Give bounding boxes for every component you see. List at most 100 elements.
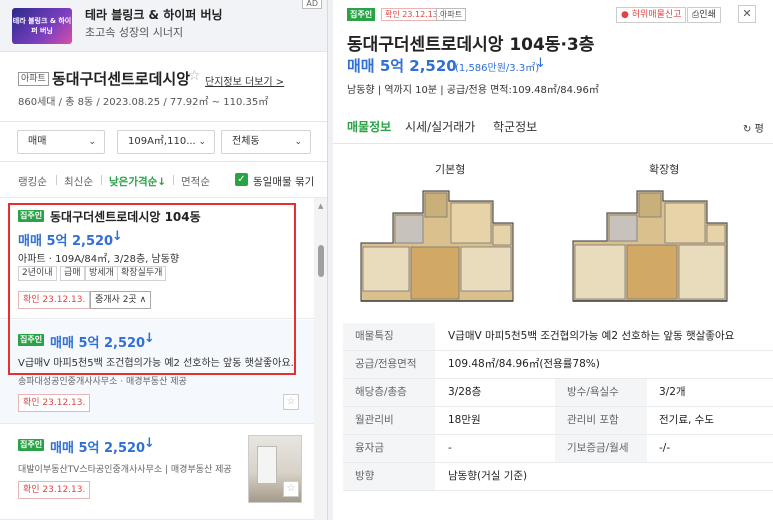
building-value: 전체동 (232, 136, 260, 147)
floor-plan-section: 기본형 확장형 (333, 145, 773, 320)
info-value: - (448, 442, 452, 454)
detail-tabs: 매물정보 시세/실거래가 학군정보 ↻ 평 (333, 112, 773, 144)
favorite-star-icon[interactable]: ☆ (283, 394, 299, 410)
info-value: 109.48㎡/84.96㎡(전용률78%) (448, 358, 600, 370)
detail-title: 동대구더센트로데시앙 104동·3층 (347, 35, 595, 55)
trade-type-select[interactable]: 매매 ⌄ (17, 130, 105, 154)
scroll-up-icon[interactable]: ▲ (318, 202, 323, 210)
divider (56, 175, 57, 185)
info-value: 18만원 (448, 414, 481, 426)
ad-thumbnail[interactable]: 테라 블링크 & 하이퍼 버닝 (12, 8, 72, 44)
tab-price-history[interactable]: 시세/실거래가 (405, 118, 475, 135)
listing-chip: 급매 (60, 266, 85, 281)
info-value: -/- (659, 442, 671, 454)
info-value: 남동향(거실 기준) (448, 470, 528, 482)
confirm-date-badge: 확인 23.12.13. (18, 291, 91, 309)
price-down-arrow-icon: ↓ (535, 56, 546, 71)
info-row: 매물특징 V급매V 마피5천5백 조건협의가능 예2 선호하는 앞동 햇살좋아요 (343, 323, 773, 351)
area-select[interactable]: 109A㎡,110... ⌄ (117, 130, 215, 154)
unit-label: 평 (754, 124, 764, 135)
info-value: 3/28층 (448, 386, 482, 398)
ad-banner[interactable]: 테라 블링크 & 하이퍼 버닝 테라 블링크 & 하이퍼 버닝 초고속 성장의 … (0, 0, 327, 52)
info-value: 전기료, 수도 (659, 414, 714, 426)
listing-source: 송파대성공인중개사사무소 · 매경부동산 제공 (18, 377, 187, 387)
scrollbar-thumb[interactable] (318, 245, 324, 277)
divider (101, 175, 102, 185)
sort-low-price[interactable]: 낮은가격순↓ (109, 174, 166, 189)
info-key: 매물특징 (343, 323, 435, 350)
price-per-area: (1,586만원/3.3㎡) (455, 63, 540, 74)
price-down-arrow-icon: ↓ (144, 436, 155, 451)
floor-plan-extended[interactable] (567, 183, 733, 305)
favorite-star-icon[interactable]: ☆ (283, 481, 299, 497)
sort-latest[interactable]: 최신순 (64, 174, 93, 189)
tab-school[interactable]: 학군정보 (493, 118, 537, 135)
owner-verified-tag: 집주인 (18, 210, 45, 222)
tab-listing-info[interactable]: 매물정보 (347, 118, 391, 135)
listing-price: 매매 5억 2,520 (50, 441, 146, 456)
siren-icon: ● (621, 10, 629, 20)
agent-count-button[interactable]: 중개사 2곳 ∧ (90, 291, 152, 309)
filter-bar: 매매 ⌄ 109A㎡,110... ⌄ 전체동 ⌄ (0, 122, 327, 162)
listing-chip: 2년이내 (18, 266, 57, 281)
listing-price: 매매 5억 2,520 (18, 234, 114, 249)
info-key: 융자금 (343, 435, 435, 462)
ad-badge: AD (302, 0, 322, 9)
listing-panel: 테라 블링크 & 하이퍼 버닝 테라 블링크 & 하이퍼 버닝 초고속 성장의 … (0, 0, 328, 520)
info-row: 방향 남동향(거실 기준) (343, 463, 773, 491)
unit-toggle[interactable]: ↻ 평 (743, 120, 764, 135)
print-button[interactable]: ⎙인쇄 (687, 7, 721, 23)
complex-name: 동대구더센트로데시앙 (52, 70, 191, 88)
listing-item[interactable]: 집주인 동대구더센트로데시앙 104동 매매 5억 2,520 ↓ 아파트 · … (0, 199, 314, 319)
info-row: 해당층/총층 3/28층 방수/욕실수 3/2개 (343, 379, 773, 407)
listing-item[interactable]: 집주인 매매 5억 2,520 ↓ 대발이부동산TV스타공인중개사사무소 | 매… (0, 425, 314, 520)
refresh-icon: ↻ (743, 124, 752, 135)
info-row: 월관리비 18만원 관리비 포함 전기료, 수도 (343, 407, 773, 435)
info-key: 해당층/총층 (343, 379, 435, 406)
owner-verified-tag: 집주인 (18, 334, 45, 346)
price-down-arrow-icon: ↓ (144, 331, 155, 346)
chevron-down-icon: ⌄ (294, 137, 302, 147)
sort-ranking[interactable]: 랭킹순 (18, 174, 47, 189)
plan-label-basic: 기본형 (435, 163, 466, 176)
owner-verified-tag: 집주인 (347, 8, 376, 21)
property-type-tag: 아파트 (436, 8, 467, 21)
info-row: 공급/전용면적 109.48㎡/84.96㎡(전용률78%) (343, 351, 773, 379)
same-listing-label[interactable]: 동일매물 묶기 (253, 174, 314, 189)
building-select[interactable]: 전체동 ⌄ (221, 130, 311, 154)
close-icon[interactable]: ✕ (738, 5, 756, 23)
confirm-date-badge: 확인 23.12.13. (18, 481, 91, 499)
info-key: 월관리비 (343, 407, 435, 434)
confirm-date-badge: 확인 23.12.13. (18, 394, 91, 412)
complex-info-link[interactable]: 단지정보 더보기 > (205, 73, 284, 88)
listing-item[interactable]: 집주인 매매 5억 2,520 ↓ V급매V 마피5천5백 조건협의가능 예2 … (0, 320, 314, 424)
listing-title: 동대구더센트로데시앙 104동 (50, 210, 201, 224)
floor-plan-basic[interactable] (353, 183, 519, 305)
detail-panel: 집주인 확인 23.12.13. 아파트 ● 허위매물신고 ⎙인쇄 ✕ 동대구더… (333, 0, 773, 520)
report-fake-button[interactable]: ● 허위매물신고 (616, 7, 687, 23)
chevron-down-icon: ⌄ (198, 137, 206, 147)
info-key: 관리비 포함 (555, 407, 647, 434)
complex-type-tag: 아파트 (18, 72, 49, 86)
area-value: 109A㎡,110... (128, 136, 196, 147)
listing-chip: 방세개 (85, 266, 118, 281)
same-listing-checkbox[interactable]: ✓ (235, 173, 248, 186)
price-down-arrow-icon: ↓ (112, 229, 123, 244)
favorite-star-icon[interactable]: ☆ (188, 68, 201, 84)
listing-desc: 아파트 · 109A/84㎡, 3/28층, 남동향 (18, 254, 180, 265)
plan-label-extended: 확장형 (649, 163, 680, 176)
ad-subtitle: 초고속 성장의 시너지 (85, 26, 184, 39)
confirm-date-badge: 확인 23.12.13. (381, 8, 445, 21)
complex-summary: 860세대 / 총 8동 / 2023.08.25 / 77.92㎡ ~ 110… (18, 97, 269, 108)
detail-price: 매매 5억 2,520 (347, 57, 457, 75)
info-key: 기보증금/월세 (555, 435, 647, 462)
sort-area[interactable]: 면적순 (181, 174, 210, 189)
info-value: 3/2개 (659, 386, 686, 398)
sort-bar: 랭킹순 최신순 낮은가격순↓ 면적순 ✓ 동일매물 묶기 (0, 162, 327, 198)
info-key: 방수/욕실수 (555, 379, 647, 406)
listing-source: 대발이부동산TV스타공인중개사사무소 | 매경부동산 제공 (18, 465, 232, 475)
chevron-down-icon: ⌄ (88, 137, 96, 147)
complex-header: 아파트 동대구더센트로데시앙 ☆ 단지정보 더보기 > 860세대 / 총 8동… (0, 52, 327, 122)
info-value: V급매V 마피5천5백 조건협의가능 예2 선호하는 앞동 햇살좋아요 (448, 330, 735, 342)
ad-title[interactable]: 테라 블링크 & 하이퍼 버닝 (85, 6, 223, 23)
